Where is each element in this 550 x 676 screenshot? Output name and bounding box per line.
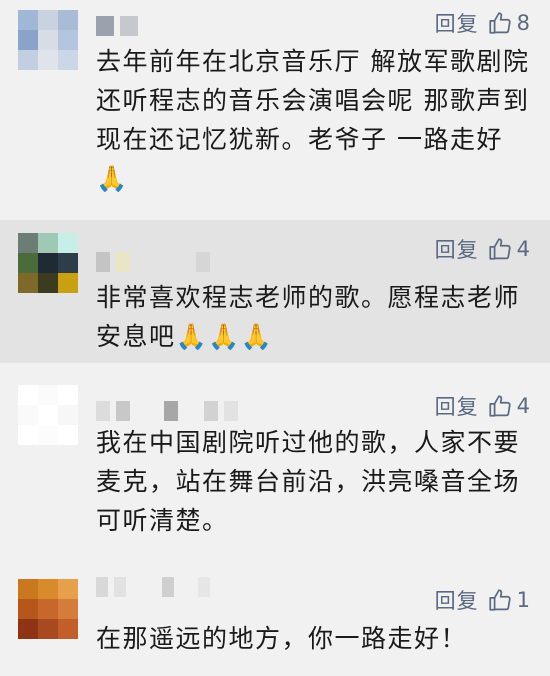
- comment-actions: 回复 4: [435, 234, 530, 264]
- comment-actions: 回复 4: [435, 391, 530, 421]
- like-count: 4: [516, 237, 530, 261]
- comment-item: 回复 8 去年前年在北京音乐厅 解放军歌剧院 还听程志的音乐会演唱会呢 那歌声到…: [0, 0, 550, 220]
- comment-text: 我在中国剧院听过他的歌，人家不要麦克，站在舞台前沿，洪亮嗓音全场可听清楚。: [96, 423, 534, 540]
- username-blurred[interactable]: [96, 16, 138, 36]
- avatar[interactable]: [18, 10, 78, 70]
- username-blurred[interactable]: [96, 252, 210, 272]
- thumbs-up-icon: [489, 12, 511, 34]
- reply-button[interactable]: 回复: [435, 8, 479, 38]
- praying-hands-emoji: 🙏🙏🙏: [175, 322, 274, 351]
- comment-actions: 回复 8: [435, 8, 530, 38]
- reply-button[interactable]: 回复: [435, 391, 479, 421]
- like-button[interactable]: 4: [487, 393, 530, 419]
- praying-hands-emoji: 🙏: [96, 164, 129, 193]
- username-blurred[interactable]: [96, 401, 238, 421]
- like-button[interactable]: 4: [487, 236, 530, 262]
- like-count: 4: [516, 394, 530, 418]
- like-count: 8: [516, 11, 530, 35]
- comment-item: 回复 1 在那遥远的地方，你一路走好！: [0, 565, 550, 676]
- comment-text: 非常喜欢程志老师的歌。愿程志老师安息吧🙏🙏🙏: [96, 278, 534, 356]
- comment-text: 去年前年在北京音乐厅 解放军歌剧院 还听程志的音乐会演唱会呢 那歌声到现在还记忆…: [96, 42, 534, 198]
- like-button[interactable]: 8: [487, 10, 530, 36]
- reply-button[interactable]: 回复: [435, 234, 479, 264]
- comment-body: 非常喜欢程志老师的歌。愿程志老师安息吧: [96, 283, 521, 351]
- like-button[interactable]: 1: [487, 587, 530, 613]
- comment-body: 去年前年在北京音乐厅 解放军歌剧院 还听程志的音乐会演唱会呢 那歌声到现在还记忆…: [96, 47, 530, 154]
- thumbs-up-icon: [489, 395, 511, 417]
- thumbs-up-icon: [489, 589, 511, 611]
- comment-body: 在那遥远的地方，你一路走好！: [96, 624, 468, 653]
- comment-item: 回复 4 非常喜欢程志老师的歌。愿程志老师安息吧🙏🙏🙏: [0, 220, 550, 363]
- comment-body: 我在中国剧院听过他的歌，人家不要麦克，站在舞台前沿，洪亮嗓音全场可听清楚。: [96, 428, 521, 535]
- comment-actions: 回复 1: [435, 585, 530, 615]
- like-count: 1: [516, 588, 530, 612]
- username-blurred[interactable]: [96, 577, 210, 597]
- avatar[interactable]: [18, 385, 78, 445]
- reply-button[interactable]: 回复: [435, 585, 479, 615]
- thumbs-up-icon: [489, 238, 511, 260]
- comment-text: 在那遥远的地方，你一路走好！: [96, 619, 534, 658]
- comment-item: 回复 4 我在中国剧院听过他的歌，人家不要麦克，站在舞台前沿，洪亮嗓音全场可听清…: [0, 363, 550, 565]
- avatar[interactable]: [18, 233, 78, 293]
- avatar[interactable]: [18, 579, 78, 639]
